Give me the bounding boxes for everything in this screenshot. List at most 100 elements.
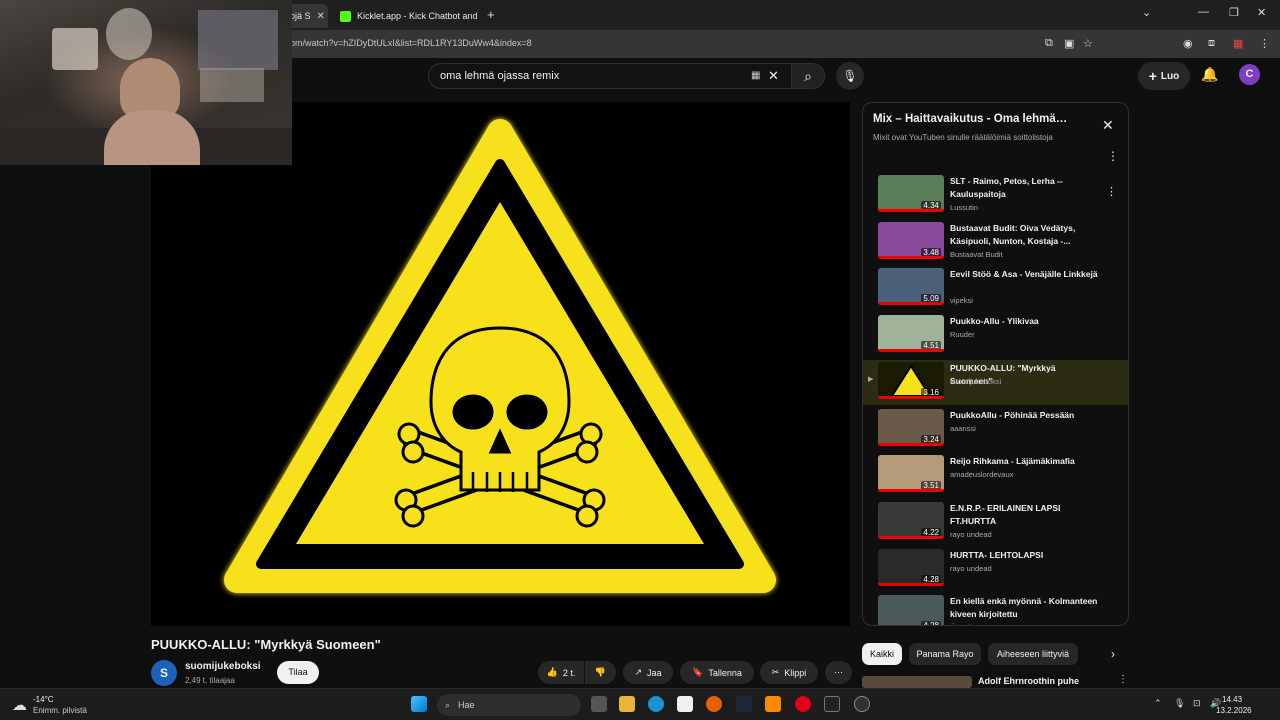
playlist-item-channel: rayo undead	[950, 529, 992, 539]
more-actions-button[interactable]: ⋯	[825, 661, 852, 684]
search-button[interactable]: ⌕	[791, 63, 825, 89]
watch-progress-bar	[878, 255, 944, 259]
minimize-button[interactable]: —	[1198, 6, 1209, 18]
channel-avatar[interactable]: S	[151, 660, 177, 686]
playlist-item[interactable]: 4.28 En kiellä enkä myönnä - Kolmanteen k…	[863, 593, 1128, 625]
save-label: Tallenna	[708, 667, 742, 678]
clock-time[interactable]: 14.43	[1222, 695, 1242, 704]
next-title: Adolf Ehrnroothin puhe	[978, 676, 1079, 686]
playlist-item[interactable]: 3.24 PuukkoAllu - Pöhinää Pessään aaanssi	[863, 407, 1128, 452]
firefox-icon[interactable]	[706, 696, 722, 712]
playlist-item-title: PuukkoAllu - Pöhinää Pessään	[950, 409, 1075, 420]
profile-icon[interactable]: ◉	[1183, 37, 1193, 50]
microphone-tray-icon[interactable]: 🎙	[1174, 698, 1185, 709]
save-button[interactable]: 🔖 Tallenna	[680, 661, 754, 684]
share-button[interactable]: ↗ Jaa	[623, 661, 673, 684]
playlist-item-channel: Ruuder	[950, 330, 975, 340]
weather-temperature[interactable]: -14°C	[33, 695, 54, 704]
playlist-thumbnail: 5.09	[878, 268, 944, 306]
clip-button[interactable]: ✂ Klippi	[760, 661, 818, 684]
start-windows-icon[interactable]	[411, 696, 427, 712]
extensions-icon[interactable]: ⧈	[1208, 37, 1215, 50]
clock-date[interactable]: 13.2.2026	[1216, 706, 1252, 715]
edge-browser-icon[interactable]	[648, 696, 664, 712]
playlist-item[interactable]: 5.09 Eevil Stöö & Asa - Venäjälle Linkkej…	[863, 266, 1128, 311]
file-explorer-icon[interactable]	[619, 696, 635, 712]
cast-icon[interactable]: ▣	[1064, 37, 1074, 50]
maximize-button[interactable]: ❐	[1229, 6, 1239, 19]
tab-kicklet[interactable]: Kicklet.app - Kick Chatbot and C ✕	[332, 4, 480, 28]
plus-icon: +	[1148, 68, 1157, 84]
watch-progress-bar	[878, 442, 944, 446]
chip-panama-rayo[interactable]: Panama Rayo	[909, 643, 981, 665]
playlist-item[interactable]: 4.28 HURTTA- LEHTOLAPSI rayo undead	[863, 547, 1128, 592]
search-input[interactable]: oma lehmä ojassa remix	[440, 70, 559, 82]
playlist-item[interactable]: 3.48 Bustaavat Budit: Oiva Vedätys, Käsip…	[863, 220, 1128, 265]
vlc-icon[interactable]	[765, 696, 781, 712]
search-box[interactable]: oma lehmä ojassa remix ▦ ✕	[428, 63, 792, 89]
network-icon[interactable]: ⊡	[1193, 698, 1201, 709]
chip-related[interactable]: Aiheeseen liittyviä	[988, 643, 1078, 665]
playlist-item-channel: vipeksi	[950, 296, 973, 306]
playlist-item-menu-icon[interactable]: ⋮	[1106, 185, 1117, 198]
opera-icon[interactable]	[795, 696, 811, 712]
close-window-button[interactable]: ✕	[1257, 6, 1266, 19]
playlist-item[interactable]: 4.22 E.N.R.P.- ERILAINEN LAPSI FT.HURTTA r…	[863, 500, 1128, 545]
next-recommendation[interactable]: Adolf Ehrnroothin puhe ⋮	[862, 674, 1129, 688]
extension-badge-icon[interactable]: ▦	[1233, 37, 1243, 50]
bookmark-star-icon[interactable]: ☆	[1083, 37, 1093, 50]
store-icon[interactable]	[677, 696, 693, 712]
notifications-bell-icon[interactable]: 🔔	[1201, 66, 1218, 83]
playlist-menu-icon[interactable]: ⋮	[1107, 149, 1119, 163]
more-horizontal-icon: ⋯	[834, 667, 843, 677]
keyboard-icon[interactable]: ▦	[751, 70, 760, 81]
playlist-item-title: Reijo Rihkama - Läjämäkimafia	[950, 456, 1075, 467]
playlist-item-channel: amadeuslordevaux	[950, 470, 1014, 480]
playlist-item-title: SLT - Raimo, Petos, Lerha -- Kauluspaito…	[950, 176, 1063, 199]
tray-overflow-chevron-icon[interactable]: ⌃	[1154, 698, 1162, 709]
channel-name[interactable]: suomijukeboksi	[185, 661, 261, 672]
next-menu-icon[interactable]: ⋮	[1118, 674, 1128, 685]
playlist-item[interactable]: 4.51 Puukko-Allu - Ylikivaa Ruuder	[863, 313, 1128, 358]
create-label: Luo	[1160, 70, 1180, 82]
clear-search-icon[interactable]: ✕	[768, 68, 779, 84]
thumbs-down-icon: 👎	[594, 667, 607, 677]
url-field[interactable]: om/watch?v=hZIDyDtULxI&list=RDL1RY13DuWw…	[290, 38, 532, 48]
chip-all[interactable]: Kaikki	[862, 643, 902, 665]
dislike-button[interactable]: 👎	[585, 661, 616, 684]
subscribe-button[interactable]: Tilaa	[277, 661, 319, 684]
watch-progress-bar	[878, 535, 944, 539]
close-tab-icon[interactable]: ✕	[317, 11, 325, 22]
video-player[interactable]	[151, 102, 850, 626]
search-icon: ⌕	[445, 699, 451, 710]
obs-icon[interactable]	[854, 696, 870, 712]
new-tab-button[interactable]: +	[487, 7, 495, 22]
playlist-item[interactable]: 4.34 SLT - Raimo, Petos, Lerha -- Kaulusp…	[863, 173, 1128, 218]
toxic-warning-sign-image	[224, 119, 776, 593]
weather-description[interactable]: Enimm. pilvistä	[33, 706, 87, 715]
taskbar-search-placeholder: Hae	[458, 700, 475, 710]
account-avatar[interactable]: C	[1239, 64, 1260, 85]
cloud-weather-icon[interactable]: ☁	[12, 696, 27, 714]
playlist-title[interactable]: Mix – Haittavaikutus - Oma lehmä…	[873, 113, 1093, 125]
install-app-icon[interactable]: ⧉	[1045, 37, 1053, 50]
bookmark-icon: 🔖	[692, 667, 704, 677]
create-button[interactable]: + Luo	[1138, 62, 1190, 90]
tab-search-chevron-icon[interactable]: ⌄	[1142, 6, 1151, 19]
browser-menu-icon[interactable]: ⋮	[1259, 37, 1270, 50]
chips-next-chevron-icon[interactable]: ›	[1111, 647, 1115, 661]
tab-label: Kicklet.app - Kick Chatbot and C	[357, 11, 480, 21]
task-view-icon[interactable]	[591, 696, 607, 712]
close-playlist-icon[interactable]: ✕	[1102, 117, 1114, 134]
playlist-item-title: E.N.R.P.- ERILAINEN LAPSI FT.HURTTA	[950, 502, 1061, 526]
playlist-thumbnail: 4.34	[878, 175, 944, 212]
terminal-icon[interactable]	[824, 696, 840, 712]
now-playing-icon: ▶	[868, 375, 874, 383]
taskbar-search[interactable]: ⌕ Hae	[437, 694, 581, 716]
playlist-item[interactable]: 3.51 Reijo Rihkama - Läjämäkimafia amadeus…	[863, 453, 1128, 498]
playlist-item[interactable]: ▶ 3.16 PUUKKO-ALLU: "Myrkkyä Suomeen" suomi…	[863, 359, 1128, 405]
steam-icon[interactable]	[736, 696, 752, 712]
voice-search-button[interactable]: 🎙	[836, 62, 864, 90]
clip-label: Klippi	[784, 667, 807, 678]
like-button[interactable]: 👍 2 t.	[538, 661, 584, 684]
